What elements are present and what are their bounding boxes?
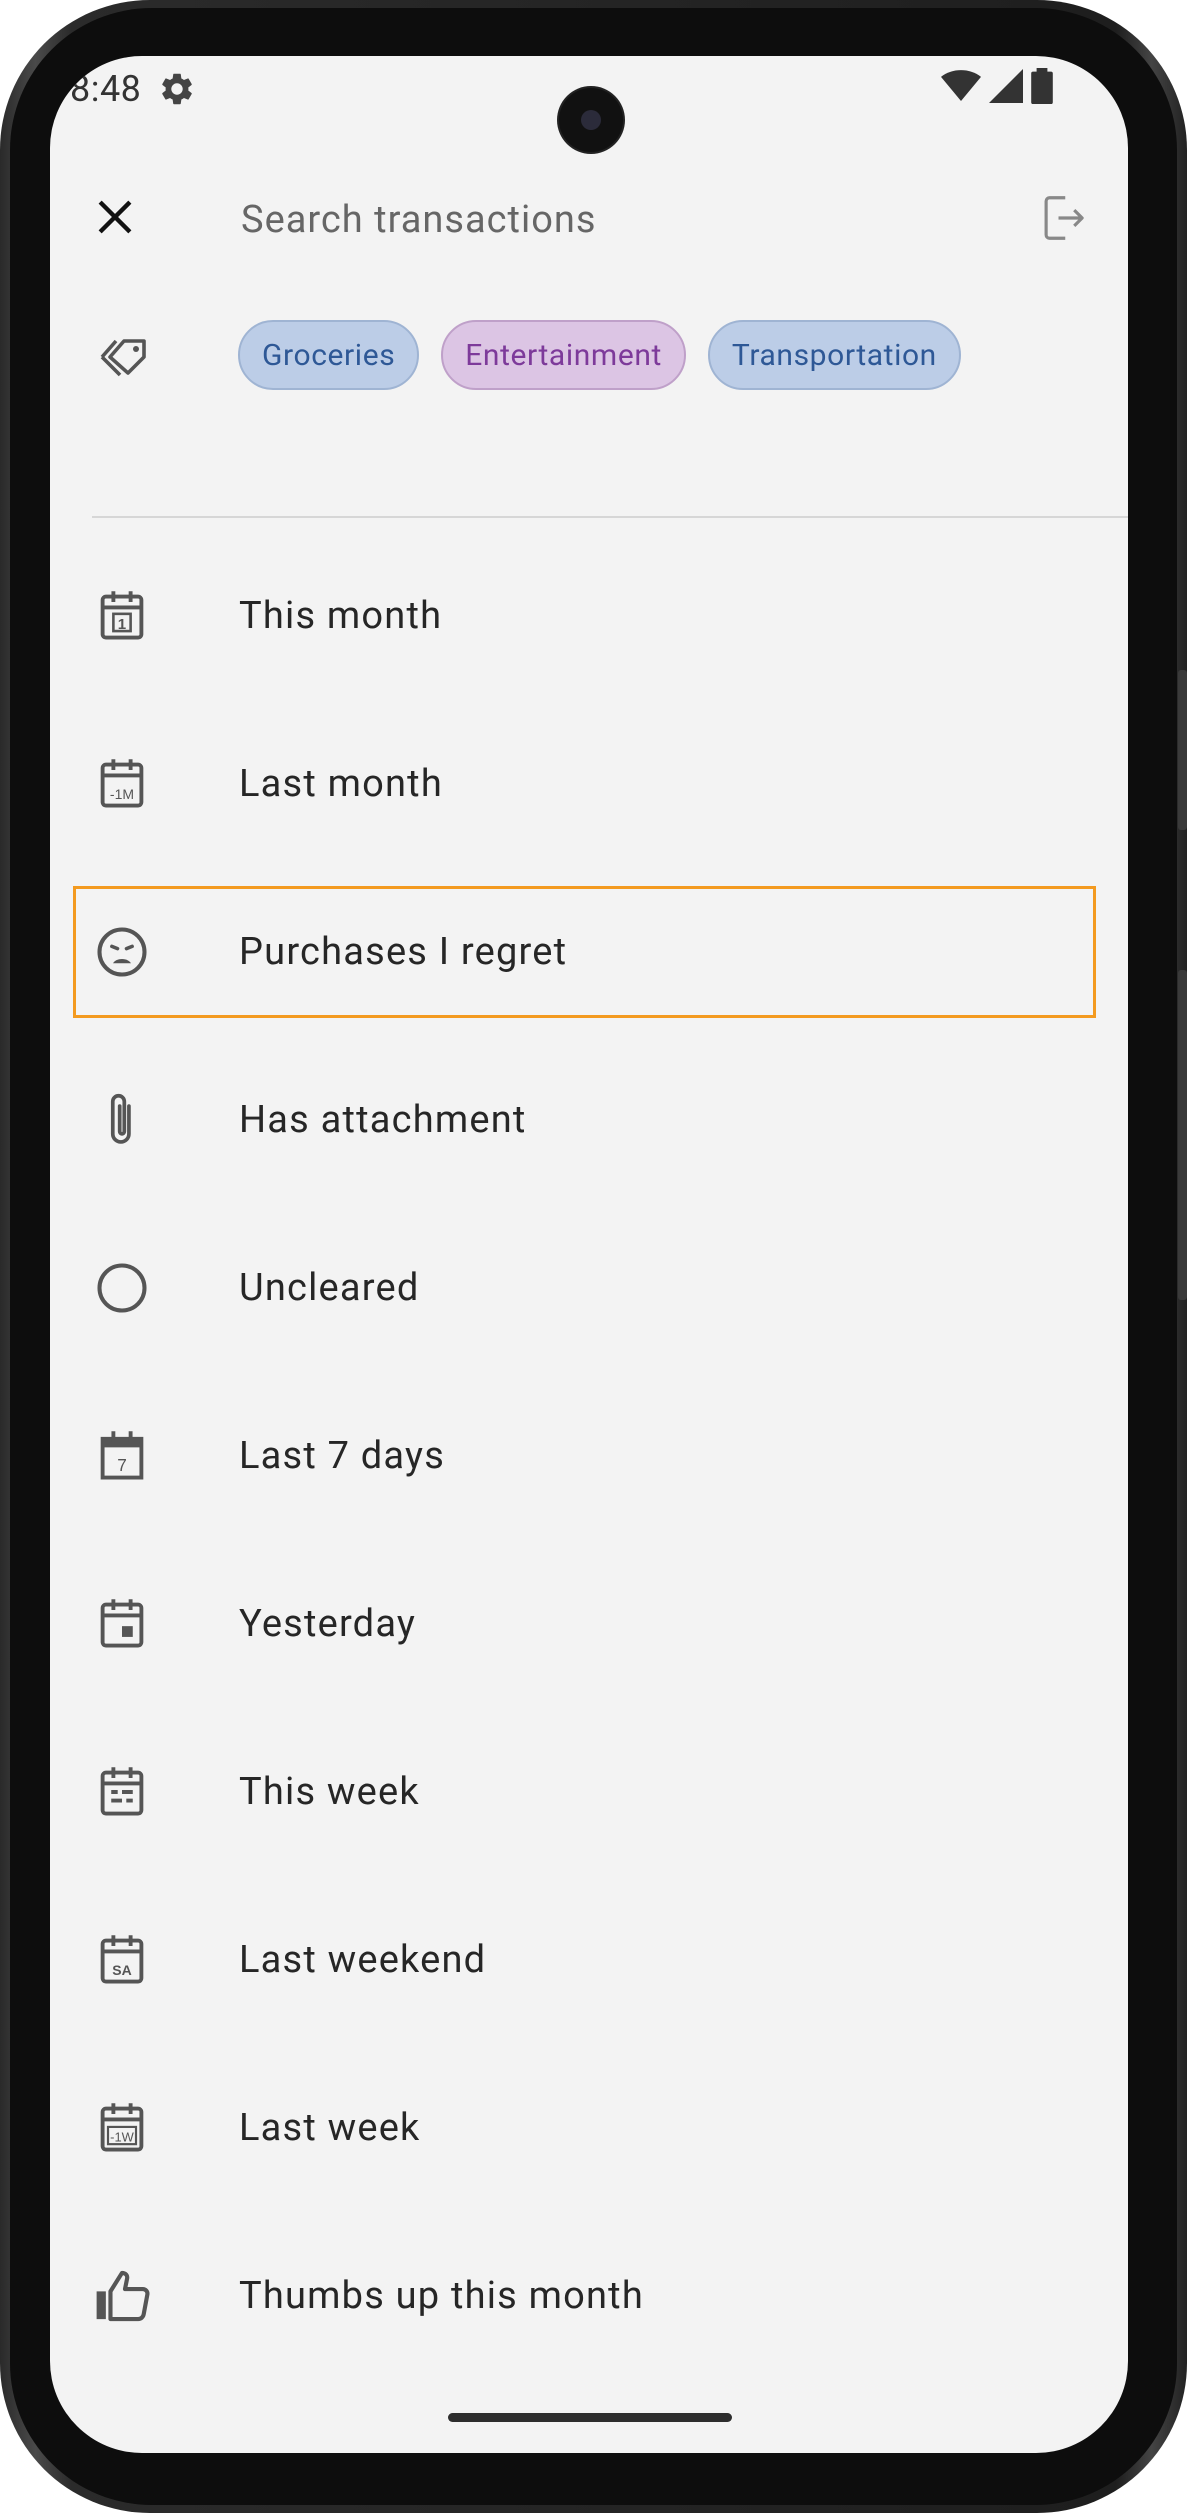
filter-list: 1 This month -1M Last month Purchases I …: [50, 532, 1128, 2380]
filter-label: This month: [239, 594, 443, 638]
filter-last-week[interactable]: -1W Last week: [50, 2044, 1128, 2212]
filter-label: Last weekend: [239, 1938, 487, 1982]
sad-face-icon: [92, 922, 152, 982]
close-icon: [95, 197, 135, 241]
status-time: 8:48: [70, 68, 142, 110]
paperclip-icon: [92, 1090, 152, 1150]
chip-transportation[interactable]: Transportation: [707, 320, 961, 390]
tag-filter-row: Groceries Entertainment Transportation: [50, 306, 1128, 406]
status-icons: [941, 68, 1053, 108]
filter-label: This week: [239, 1770, 420, 1814]
filter-last-weekend[interactable]: SA Last weekend: [50, 1876, 1128, 2044]
filter-label: Yesterday: [239, 1602, 417, 1646]
power-button: [1178, 970, 1187, 1300]
svg-text:SA: SA: [112, 1962, 131, 1978]
svg-text:7: 7: [117, 1455, 127, 1475]
circle-icon: [92, 1258, 152, 1318]
svg-text:1: 1: [118, 616, 126, 633]
exit-icon: [1036, 191, 1090, 249]
volume-button: [1178, 670, 1187, 830]
filter-label: Last week: [239, 2106, 421, 2150]
calendar-1-icon: 1: [92, 586, 152, 646]
filter-label: Purchases I regret: [239, 930, 568, 974]
close-button[interactable]: [90, 194, 140, 244]
calendar-minus-1m-icon: -1M: [92, 754, 152, 814]
filter-this-month[interactable]: 1 This month: [50, 532, 1128, 700]
battery-icon: [1031, 68, 1053, 108]
gear-icon: [158, 70, 196, 108]
filter-last-7-days[interactable]: 7 Last 7 days: [50, 1372, 1128, 1540]
calendar-minus-1w-icon: -1W: [92, 2098, 152, 2158]
filter-purchases-i-regret[interactable]: Purchases I regret: [50, 868, 1128, 1036]
filter-uncleared[interactable]: Uncleared: [50, 1204, 1128, 1372]
filter-label: Has attachment: [239, 1098, 527, 1142]
tags-icon: [92, 332, 152, 382]
status-bar: 8:48: [50, 56, 1128, 156]
wifi-icon: [941, 69, 981, 107]
front-camera: [559, 88, 623, 152]
calendar-7-icon: 7: [92, 1426, 152, 1486]
filter-has-attachment[interactable]: Has attachment: [50, 1036, 1128, 1204]
home-indicator[interactable]: [448, 2413, 732, 2422]
chip-groceries[interactable]: Groceries: [238, 320, 420, 390]
calendar-day-icon: [92, 1594, 152, 1654]
filter-this-week[interactable]: This week: [50, 1708, 1128, 1876]
tag-chips: Groceries Entertainment Transportation: [238, 320, 961, 390]
filter-label: Uncleared: [239, 1266, 420, 1310]
search-bar: [50, 156, 1128, 281]
exit-button[interactable]: [1033, 190, 1093, 250]
search-input[interactable]: [239, 186, 943, 254]
svg-text:-1W: -1W: [110, 2130, 134, 2145]
signal-icon: [989, 69, 1023, 107]
filter-label: Last 7 days: [239, 1434, 446, 1478]
calendar-week-icon: [92, 1762, 152, 1822]
filter-label: Last month: [239, 762, 443, 806]
filter-label: Thumbs up this month: [239, 2274, 644, 2318]
screen: 8:48 Search transactions Groceries Enter…: [50, 56, 1128, 2453]
filter-last-month[interactable]: -1M Last month: [50, 700, 1128, 868]
svg-text:-1M: -1M: [110, 786, 134, 802]
thumbs-up-icon: [92, 2266, 152, 2326]
calendar-sa-icon: SA: [92, 1930, 152, 1990]
divider: [92, 516, 1128, 518]
filter-yesterday[interactable]: Yesterday: [50, 1540, 1128, 1708]
filter-thumbs-up-this-month[interactable]: Thumbs up this month: [50, 2212, 1128, 2380]
chip-entertainment[interactable]: Entertainment: [441, 320, 686, 390]
